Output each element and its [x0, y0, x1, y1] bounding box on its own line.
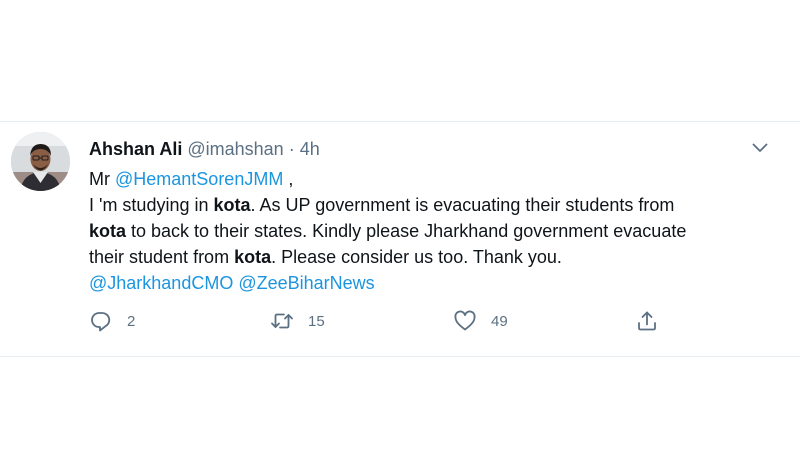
tweet-text: Mr @HemantSorenJMM ,I 'm studying in kot…	[89, 166, 789, 296]
tweet-text-line: @JharkhandCMO @ZeeBiharNews	[89, 270, 789, 296]
mention-link[interactable]: @ZeeBiharNews	[238, 273, 374, 293]
share-icon	[638, 311, 656, 331]
bold-text: kota	[234, 247, 272, 267]
text-segment: to back to their states. Kindly please J…	[126, 221, 687, 241]
reply-count: 2	[127, 312, 136, 330]
text-segment: I 'm studying in	[89, 195, 214, 215]
retweet-button[interactable]: 15	[270, 307, 325, 335]
bottom-divider	[0, 356, 800, 357]
reply-icon	[91, 312, 111, 332]
author-name[interactable]: Ahshan Ali	[89, 139, 182, 159]
tweet-text-line: I 'm studying in kota. As UP government …	[89, 192, 789, 218]
text-segment: ,	[283, 169, 294, 189]
text-segment: . As UP government is evacuating their s…	[250, 195, 675, 215]
meta-separator: ·	[288, 139, 295, 159]
share-button[interactable]	[635, 307, 659, 335]
tweet-header: Ahshan Ali @imahshan · 4h	[89, 136, 789, 162]
more-options-button[interactable]	[748, 138, 772, 158]
avatar-image	[11, 132, 70, 191]
avatar[interactable]	[11, 132, 70, 191]
retweet-count: 15	[308, 312, 325, 330]
bold-text: kota	[89, 221, 127, 241]
tweet-actions: 2 15 49	[89, 307, 689, 335]
tweet[interactable]: Ahshan Ali @imahshan · 4h Mr @HemantSore…	[89, 136, 789, 296]
tweet-text-line: their student from kota. Please consider…	[89, 244, 789, 270]
tweet-time[interactable]: 4h	[300, 139, 320, 159]
text-segment: their student from	[89, 247, 235, 267]
bold-text: kota	[213, 195, 251, 215]
heart-icon	[454, 310, 476, 331]
top-divider	[0, 121, 800, 122]
tweet-text-line: Mr @HemantSorenJMM ,	[89, 166, 789, 192]
like-count: 49	[491, 312, 508, 330]
tweet-text-line: kota to back to their states. Kindly ple…	[89, 218, 789, 244]
author-handle[interactable]: @imahshan	[187, 139, 283, 159]
mention-link[interactable]: @JharkhandCMO	[89, 273, 233, 293]
retweet-icon	[271, 313, 293, 329]
reply-button[interactable]: 2	[89, 307, 135, 335]
chevron-down-icon	[752, 143, 768, 152]
text-segment: . Please consider us too. Thank you.	[271, 247, 562, 267]
like-button[interactable]: 49	[453, 307, 508, 335]
mention-link[interactable]: @HemantSorenJMM	[115, 169, 283, 189]
text-segment: Mr	[89, 169, 115, 189]
